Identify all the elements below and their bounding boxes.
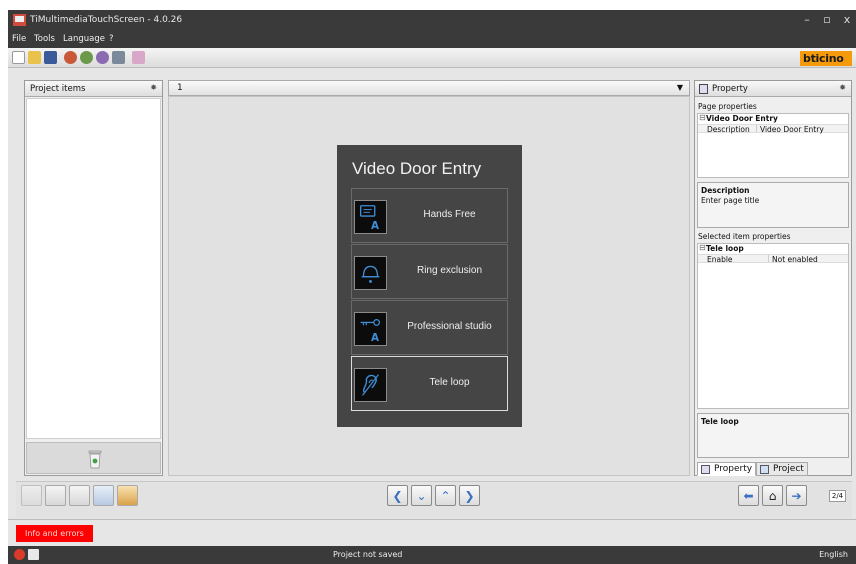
tele-loop-button[interactable]: Tele loop [351,356,508,411]
bottom-toolbar: ❮ ⌄ ⌃ ❯ ⬅ ⌂ ➔ 2/4 [16,481,852,518]
next-button[interactable]: ❯ [459,485,480,506]
button-label: Ring exclusion [416,265,483,276]
toolbar: bticino [8,48,856,68]
language-indicator[interactable]: English [819,550,848,559]
info-and-errors-button[interactable]: Info and errors [16,525,93,542]
forward-arrow-button[interactable]: ➔ [786,485,807,506]
pin-icon[interactable]: ✸ [150,83,157,92]
error-icon[interactable] [14,549,25,560]
selected-item-label: Selected item properties [698,232,791,241]
pin-icon[interactable]: ✸ [839,83,846,92]
property-group-header[interactable]: ⊟ Video Door Entry [698,113,848,123]
page-selector[interactable]: 1 ▼ [168,80,690,96]
brand-logo: bticino [800,51,852,66]
menu-tools[interactable]: Tools [34,34,55,44]
project-items-panel: Project items ✸ [24,80,163,476]
document-icon[interactable] [28,549,39,560]
page-number: 1 [177,83,183,93]
description-heading: Description [701,186,750,195]
prev-button[interactable]: ❮ [387,485,408,506]
property-row[interactable]: Enable Not enabled [698,254,848,264]
status-message: Project not saved [333,550,403,559]
tool-dropdown-icon[interactable] [132,51,145,64]
professional-studio-button[interactable]: A Professional studio [351,300,508,355]
preview-title: Video Door Entry [352,159,482,178]
palette-button[interactable] [117,485,138,506]
app-icon [13,14,26,26]
property-row[interactable]: Description Video Door Entry [698,124,848,134]
title-bar: TiMultimediaTouchScreen - 4.0.26 – ▫ x [8,10,856,31]
ring-exclusion-icon [354,256,387,290]
tab-property[interactable]: Property [697,462,756,476]
cut-button[interactable] [45,485,66,506]
scroll-down-button[interactable]: ⌄ [411,485,432,506]
page-properties-grid[interactable]: ⊟ Video Door Entry Description Video Doo… [697,113,849,178]
panel-title: Property [712,84,748,94]
menu-help[interactable]: ? [109,34,114,44]
property-tab-icon [701,465,710,474]
trash-icon[interactable] [88,450,102,469]
close-button[interactable]: x [840,13,854,26]
maximize-button[interactable]: ▫ [820,13,834,26]
property-icon [699,84,708,94]
tab-project[interactable]: Project [756,462,808,476]
status-bar: Project not saved English [8,546,856,564]
new-file-icon[interactable] [12,51,25,64]
paste-button[interactable] [69,485,90,506]
menu-file[interactable]: File [12,34,26,44]
professional-studio-icon: A [354,312,387,346]
button-label: Professional studio [407,321,492,332]
tool-icon-3[interactable] [96,51,109,64]
tele-loop-icon [354,368,387,402]
save-icon[interactable] [44,51,57,64]
button-label: Tele loop [429,377,470,388]
svg-text:A: A [371,332,379,344]
dropdown-arrow-icon[interactable]: ▼ [677,83,683,92]
collapse-icon[interactable]: ⊟ [699,243,706,252]
back-arrow-button[interactable]: ⬅ [738,485,759,506]
tool-icon-4[interactable] [112,51,125,64]
tool-icon-1[interactable] [64,51,77,64]
page-properties-label: Page properties [698,102,757,111]
window-title: TiMultimediaTouchScreen - 4.0.26 [30,15,183,25]
ring-exclusion-button[interactable]: Ring exclusion [351,244,508,299]
item-properties-grid[interactable]: ⊟ Tele loop Enable Not enabled [697,243,849,409]
project-tab-icon [760,465,769,474]
layout-button[interactable] [93,485,114,506]
home-button[interactable]: ⌂ [762,485,783,506]
menu-language[interactable]: Language [63,34,105,44]
scroll-up-button[interactable]: ⌃ [435,485,456,506]
info-area: Info and errors [8,519,856,546]
panel-title: Project items [30,84,86,94]
svg-text:A: A [371,220,379,232]
property-panel: Property ✸ Page properties ⊟ Video Door … [694,80,852,476]
description-text: Enter page title [701,196,760,205]
description-box: Description Enter page title [697,182,849,228]
item-description-box: Tele loop [697,413,849,458]
menu-bar: File Tools Language ? [8,31,856,48]
panel-header: Property ✸ [695,81,851,97]
collapse-icon[interactable]: ⊟ [699,113,706,122]
button-label: Hands Free [423,209,476,220]
minimize-button[interactable]: – [800,13,814,26]
property-group-header[interactable]: ⊟ Tele loop [698,243,848,253]
item-description-heading: Tele loop [701,417,739,426]
panel-header: Project items ✸ [25,81,162,97]
copy-button[interactable] [21,485,42,506]
tool-icon-2[interactable] [80,51,93,64]
hands-free-icon: A [354,200,387,234]
page-preview: Video Door Entry A Hands Free Ring exclu… [337,145,522,427]
hands-free-button[interactable]: A Hands Free [351,188,508,243]
project-items-list[interactable] [26,98,161,439]
trash-area[interactable] [26,442,161,474]
open-folder-icon[interactable] [28,51,41,64]
page-counter: 2/4 [829,490,846,502]
